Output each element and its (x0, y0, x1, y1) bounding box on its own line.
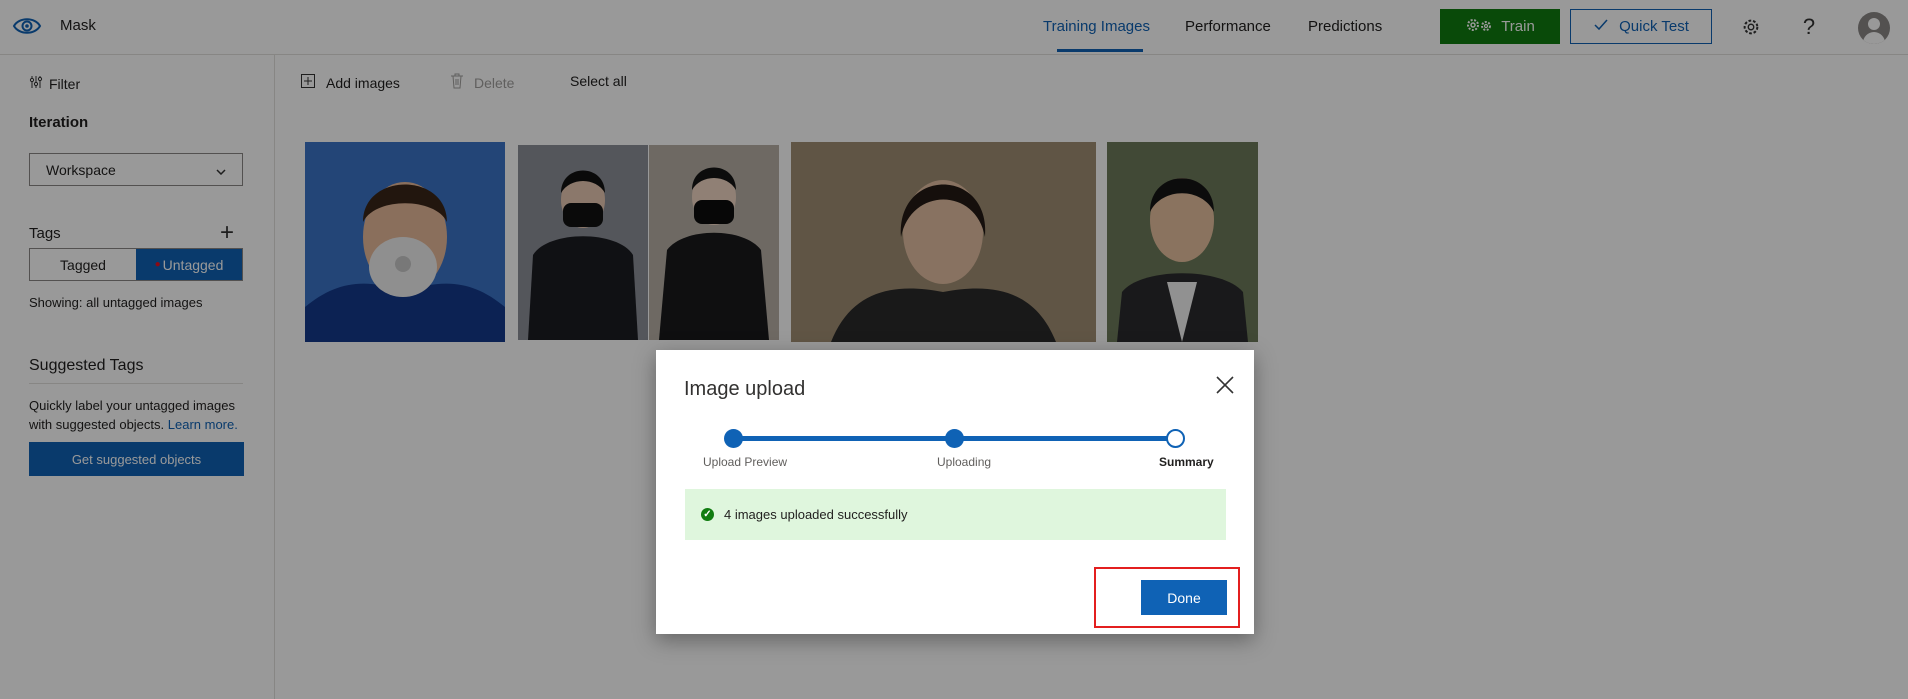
close-icon[interactable] (1214, 374, 1236, 396)
done-button[interactable]: Done (1141, 580, 1227, 615)
success-message: 4 images uploaded successfully (724, 507, 908, 522)
step-node-upload-preview (724, 429, 743, 448)
success-message-bar: ✓ 4 images uploaded successfully (685, 489, 1226, 540)
dialog-title: Image upload (684, 378, 806, 400)
app: Mask Training Images Performance Predict… (0, 0, 1908, 699)
step-label-upload-preview: Upload Preview (703, 455, 788, 469)
step-node-uploading (945, 429, 964, 448)
step-label-summary: Summary (1159, 455, 1214, 469)
success-check-icon: ✓ (701, 508, 714, 521)
step-label-uploading: Uploading (937, 455, 992, 469)
step-node-summary (1166, 429, 1185, 448)
